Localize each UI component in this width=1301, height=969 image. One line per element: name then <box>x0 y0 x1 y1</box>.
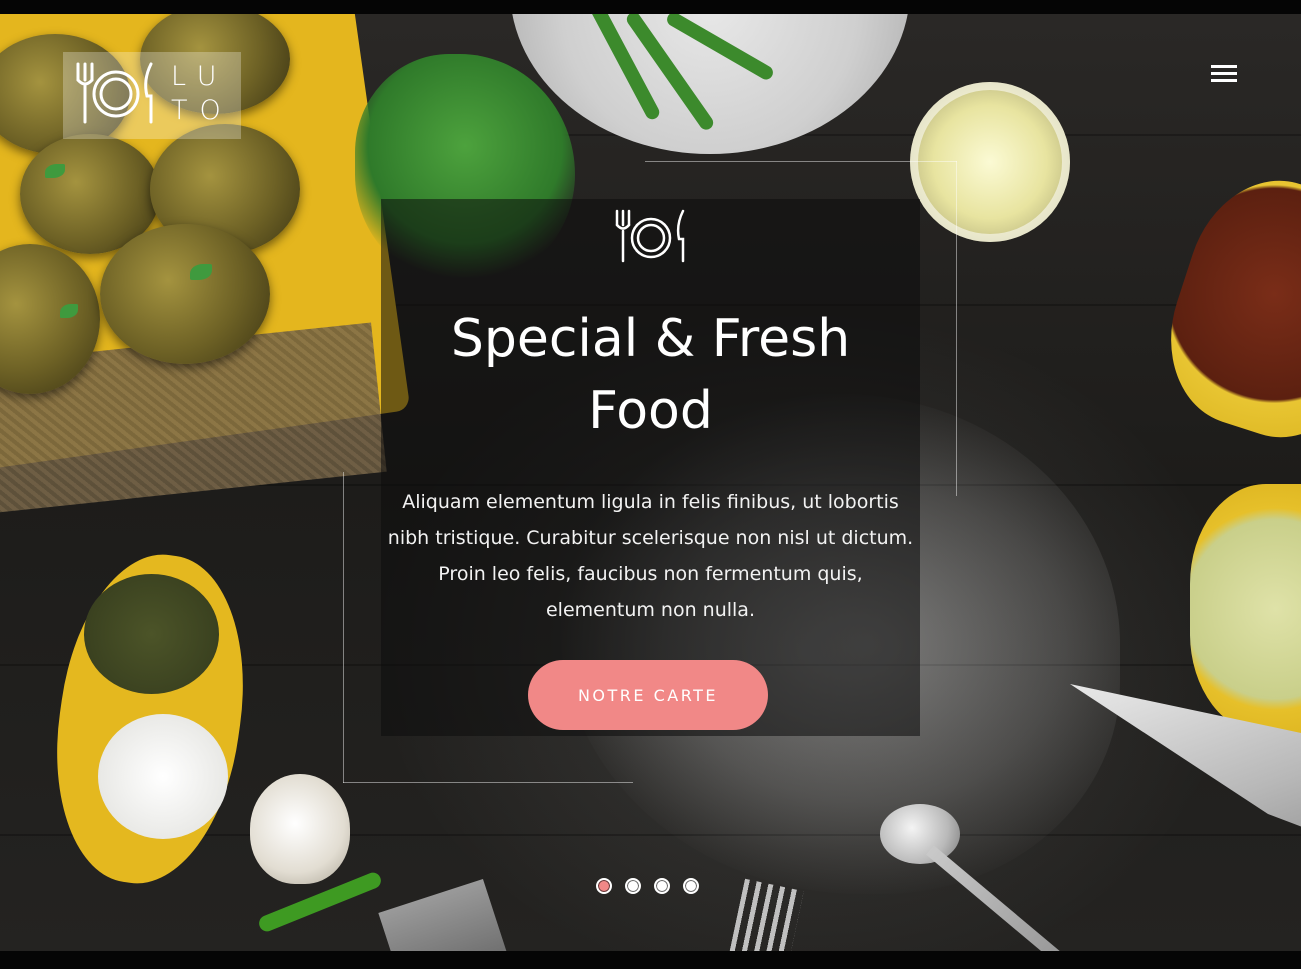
slider-pagination <box>596 878 708 900</box>
hamburger-menu-icon[interactable] <box>1211 61 1239 85</box>
logo-text: LUTO <box>171 61 233 126</box>
menu-button[interactable]: NOTRE CARTE <box>528 660 768 730</box>
hero-slider: LUTO Special & Fresh Food Aliquam elemen… <box>0 14 1301 951</box>
plate-cutlery-icon <box>76 62 153 124</box>
slide-title: Special & Fresh Food <box>450 309 851 441</box>
plate-cutlery-icon <box>615 209 685 263</box>
fork <box>726 878 804 951</box>
garlic-bulb <box>250 774 350 884</box>
slide-description: Aliquam elementum ligula in felis finibu… <box>387 491 914 621</box>
frame-line-left <box>343 472 344 783</box>
spoon <box>880 804 960 864</box>
top-bar <box>0 0 1301 14</box>
pager-dot-3[interactable] <box>654 878 670 894</box>
frame-line-top <box>645 161 957 162</box>
mash-bowl <box>1190 484 1301 734</box>
curry-bowl <box>1146 159 1301 459</box>
site-logo[interactable]: LUTO <box>63 52 241 139</box>
spatula <box>378 878 508 951</box>
pager-dot-1[interactable] <box>596 878 612 894</box>
pager-dot-4[interactable] <box>683 878 699 894</box>
frame-line-bottom <box>343 782 633 783</box>
slide-caption: Special & Fresh Food Aliquam elementum l… <box>381 199 920 736</box>
bottom-bar <box>0 951 1301 969</box>
pager-dot-2[interactable] <box>625 878 641 894</box>
frame-line-right <box>956 161 957 496</box>
glass-of-oil <box>910 82 1070 242</box>
